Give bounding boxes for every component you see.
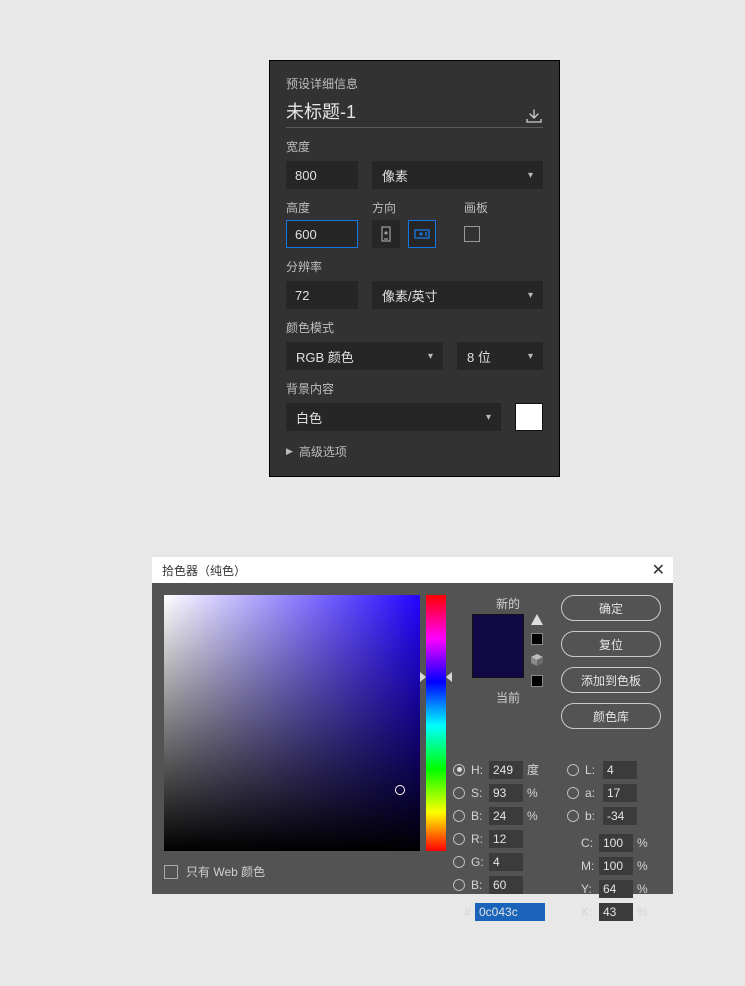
ok-button[interactable]: 确定 xyxy=(561,595,661,621)
bgcontent-select[interactable]: 白色 ▾ xyxy=(286,403,501,431)
radio-h[interactable] xyxy=(453,764,465,776)
hue-slider[interactable] xyxy=(426,595,446,851)
width-input[interactable] xyxy=(286,161,358,189)
bv-input[interactable] xyxy=(489,807,523,825)
color-libraries-button[interactable]: 颜色库 xyxy=(561,703,661,729)
radio-bv[interactable] xyxy=(453,810,465,822)
artboard-checkbox[interactable] xyxy=(464,226,480,242)
bitdepth-select[interactable]: 8 位 ▾ xyxy=(457,342,543,370)
current-color-label: 当前 xyxy=(496,689,520,706)
resolution-label: 分辨率 xyxy=(286,258,543,275)
width-unit-value: 像素 xyxy=(382,166,408,185)
saturation-value-field[interactable] xyxy=(164,595,420,851)
m-input[interactable] xyxy=(599,857,633,875)
new-color-label: 新的 xyxy=(496,595,520,612)
width-unit-select[interactable]: 像素 ▾ xyxy=(372,161,543,189)
chevron-right-icon: ▶ xyxy=(286,446,293,457)
chevron-down-icon: ▾ xyxy=(528,290,533,301)
preset-section-label: 预设详细信息 xyxy=(286,75,543,92)
gamut-warning-icon[interactable] xyxy=(531,614,543,625)
bgcontent-value: 白色 xyxy=(296,408,322,427)
height-label: 高度 xyxy=(286,199,372,216)
bgcontent-label: 背景内容 xyxy=(286,380,543,397)
radio-a[interactable] xyxy=(567,787,579,799)
chevron-down-icon: ▾ xyxy=(528,351,533,362)
hue-pointer-left xyxy=(420,672,426,682)
preset-details-panel: 预设详细信息 未标题-1 宽度 像素 ▾ 高度 方向 画板 xyxy=(269,60,560,477)
new-color-swatch[interactable] xyxy=(473,615,523,646)
l-input[interactable] xyxy=(603,761,637,779)
k-input[interactable] xyxy=(599,903,633,921)
color-values-area: H:度 S:% B:% R: G: B: L: a: b: C:% M:% Y:… xyxy=(453,758,665,896)
save-preset-icon[interactable] xyxy=(525,108,543,124)
hue-pointer-right xyxy=(446,672,452,682)
orientation-landscape-button[interactable] xyxy=(408,220,436,248)
document-title-input[interactable]: 未标题-1 xyxy=(286,98,525,124)
resolution-unit-value: 像素/英寸 xyxy=(382,286,438,305)
r-input[interactable] xyxy=(489,830,523,848)
colormode-select[interactable]: RGB 颜色 ▾ xyxy=(286,342,443,370)
new-current-swatch xyxy=(472,614,524,678)
radio-g[interactable] xyxy=(453,856,465,868)
a-input[interactable] xyxy=(603,784,637,802)
gamut-swatch[interactable] xyxy=(531,633,543,645)
resolution-input[interactable] xyxy=(286,281,358,309)
web-only-checkbox[interactable] xyxy=(164,865,178,879)
b-input[interactable] xyxy=(489,876,523,894)
chevron-down-icon: ▾ xyxy=(486,412,491,423)
close-icon[interactable]: ✕ xyxy=(652,560,665,580)
current-color-swatch[interactable] xyxy=(473,646,523,677)
picker-title: 拾色器（纯色） xyxy=(162,562,246,579)
radio-lab-b[interactable] xyxy=(567,810,579,822)
orientation-label: 方向 xyxy=(372,199,464,216)
bgcontent-swatch[interactable] xyxy=(515,403,543,431)
websafe-swatch[interactable] xyxy=(531,675,543,687)
add-to-swatches-button[interactable]: 添加到色板 xyxy=(561,667,661,693)
colormode-value: RGB 颜色 xyxy=(296,347,354,366)
chevron-down-icon: ▾ xyxy=(528,170,533,181)
advanced-options-label: 高级选项 xyxy=(299,443,347,460)
g-input[interactable] xyxy=(489,853,523,871)
bitdepth-value: 8 位 xyxy=(467,347,491,366)
advanced-options-toggle[interactable]: ▶ 高级选项 xyxy=(286,443,543,460)
resolution-unit-select[interactable]: 像素/英寸 ▾ xyxy=(372,281,543,309)
cube-3d-icon[interactable] xyxy=(530,653,544,667)
chevron-down-icon: ▾ xyxy=(428,351,433,362)
h-input[interactable] xyxy=(489,761,523,779)
hex-input[interactable] xyxy=(475,903,545,921)
hex-label: # xyxy=(453,905,471,919)
radio-s[interactable] xyxy=(453,787,465,799)
orientation-portrait-button[interactable] xyxy=(372,220,400,248)
lab-b-input[interactable] xyxy=(603,807,637,825)
radio-b[interactable] xyxy=(453,879,465,891)
sv-cursor xyxy=(395,785,405,795)
s-input[interactable] xyxy=(489,784,523,802)
y-input[interactable] xyxy=(599,880,633,898)
c-input[interactable] xyxy=(599,834,633,852)
web-only-label: 只有 Web 颜色 xyxy=(186,863,265,880)
width-label: 宽度 xyxy=(286,138,543,155)
radio-r[interactable] xyxy=(453,833,465,845)
height-input[interactable] xyxy=(286,220,358,248)
colormode-label: 颜色模式 xyxy=(286,319,543,336)
radio-l[interactable] xyxy=(567,764,579,776)
artboard-label: 画板 xyxy=(464,199,488,216)
reset-button[interactable]: 复位 xyxy=(561,631,661,657)
